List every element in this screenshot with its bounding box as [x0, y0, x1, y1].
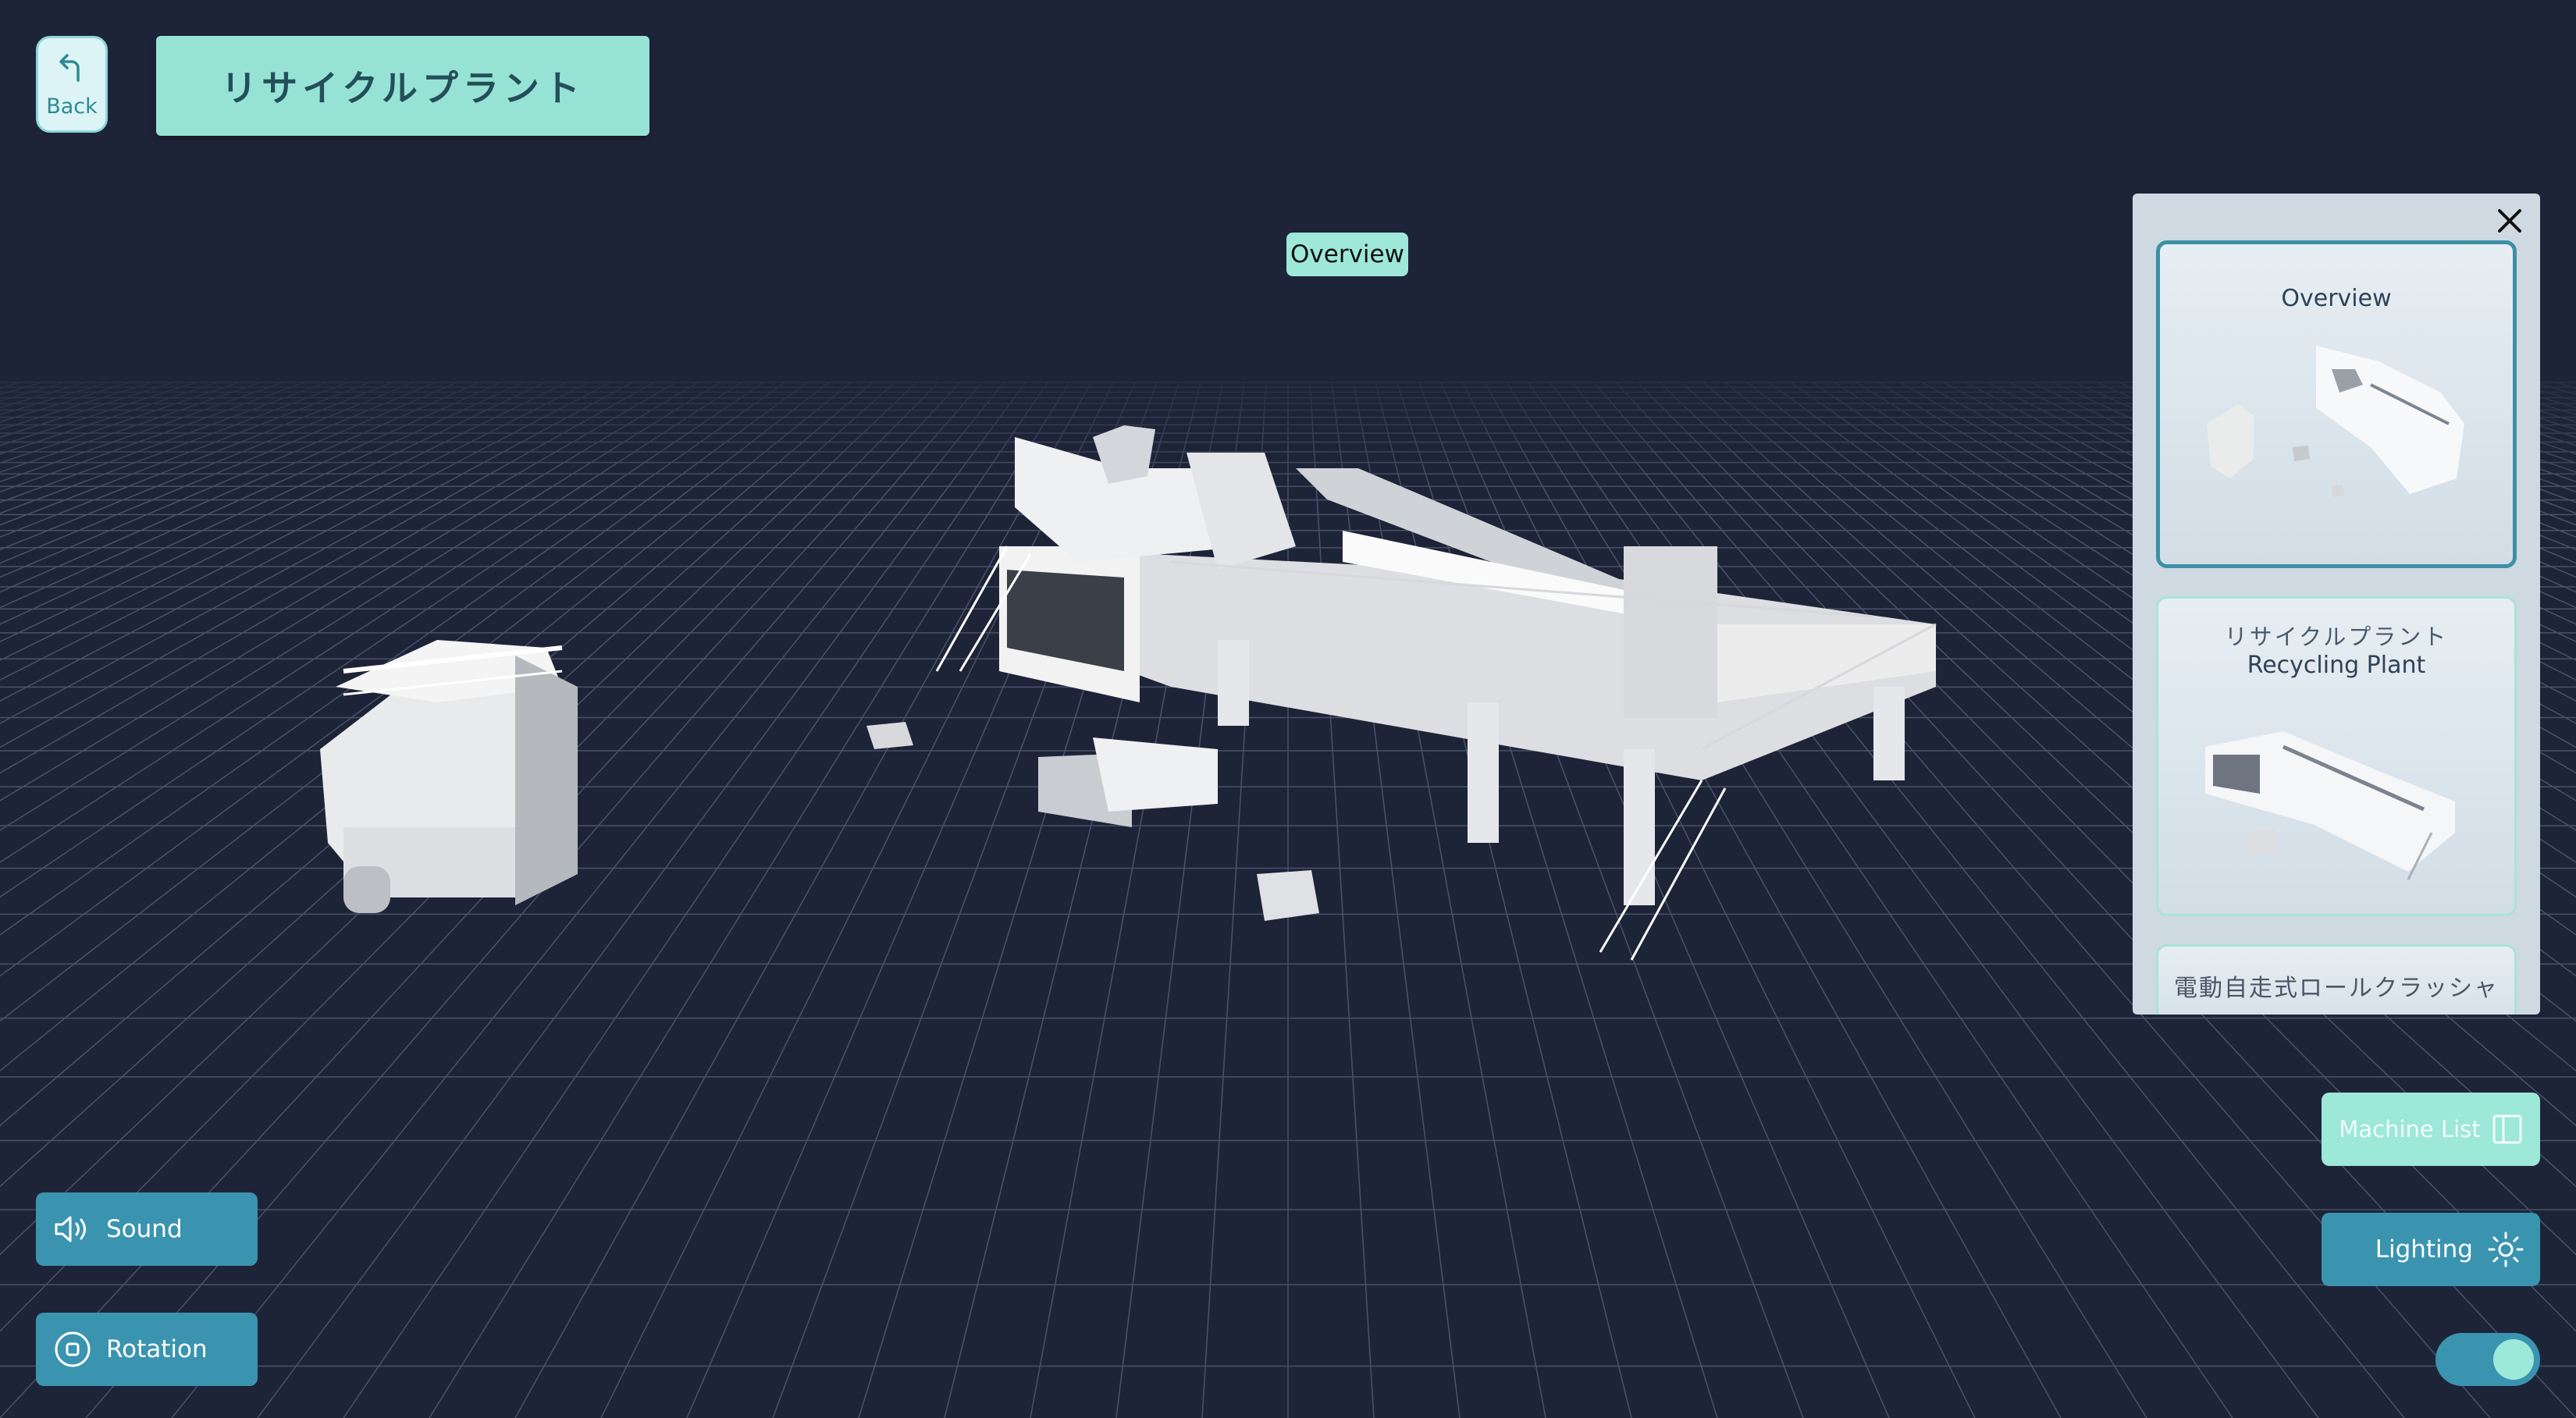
close-icon — [2495, 206, 2524, 239]
sun-icon — [2487, 1231, 2524, 1268]
card-roll-crusher[interactable]: 電動自走式ロールクラッシャ — [2156, 944, 2517, 1015]
card-recycling-plant[interactable]: リサイクルプラント Recycling Plant — [2156, 596, 2517, 916]
mobile-crusher-model[interactable] — [320, 640, 578, 913]
toggle-knob — [2493, 1339, 2534, 1380]
card-label: 電動自走式ロールクラッシャ — [2174, 975, 2499, 1002]
back-button[interactable]: Back — [36, 36, 108, 133]
lighting-button[interactable]: Lighting — [2322, 1213, 2540, 1286]
rotation-button[interactable]: Rotation — [36, 1313, 258, 1386]
machine-list-label: Machine List — [2339, 1116, 2481, 1143]
page-title: リサイクルプラント — [156, 36, 649, 136]
sidebar-panel-icon — [2492, 1114, 2523, 1145]
rotation-label: Rotation — [106, 1335, 208, 1363]
back-arrow-icon — [55, 51, 89, 88]
back-label: Back — [46, 94, 98, 119]
close-panel-button[interactable] — [2492, 204, 2528, 240]
card-label-en: Recycling Plant — [2247, 652, 2426, 679]
small-excavator-model[interactable] — [866, 722, 913, 749]
view-tag: Overview — [1286, 233, 1408, 276]
sound-label: Sound — [106, 1215, 183, 1243]
card-overview[interactable]: Overview — [2156, 240, 2517, 568]
machine-list-button[interactable]: Machine List — [2322, 1093, 2540, 1166]
small-loader-model[interactable] — [1257, 870, 1319, 921]
speaker-icon — [52, 1208, 94, 1250]
sound-button[interactable]: Sound — [36, 1192, 258, 1266]
lighting-label: Lighting — [2375, 1235, 2473, 1263]
overview-thumbnail — [2207, 346, 2464, 497]
recycling-plant-thumbnail — [2205, 731, 2455, 880]
card-label: Overview — [2281, 285, 2392, 312]
machine-list-panel: Overview リサイクルプラント Recycling Plant 電動自走式… — [2133, 194, 2540, 1015]
lighting-toggle[interactable] — [2435, 1333, 2540, 1386]
rotation-icon — [52, 1328, 94, 1370]
card-label-jp: リサイクルプラント — [2224, 624, 2449, 650]
